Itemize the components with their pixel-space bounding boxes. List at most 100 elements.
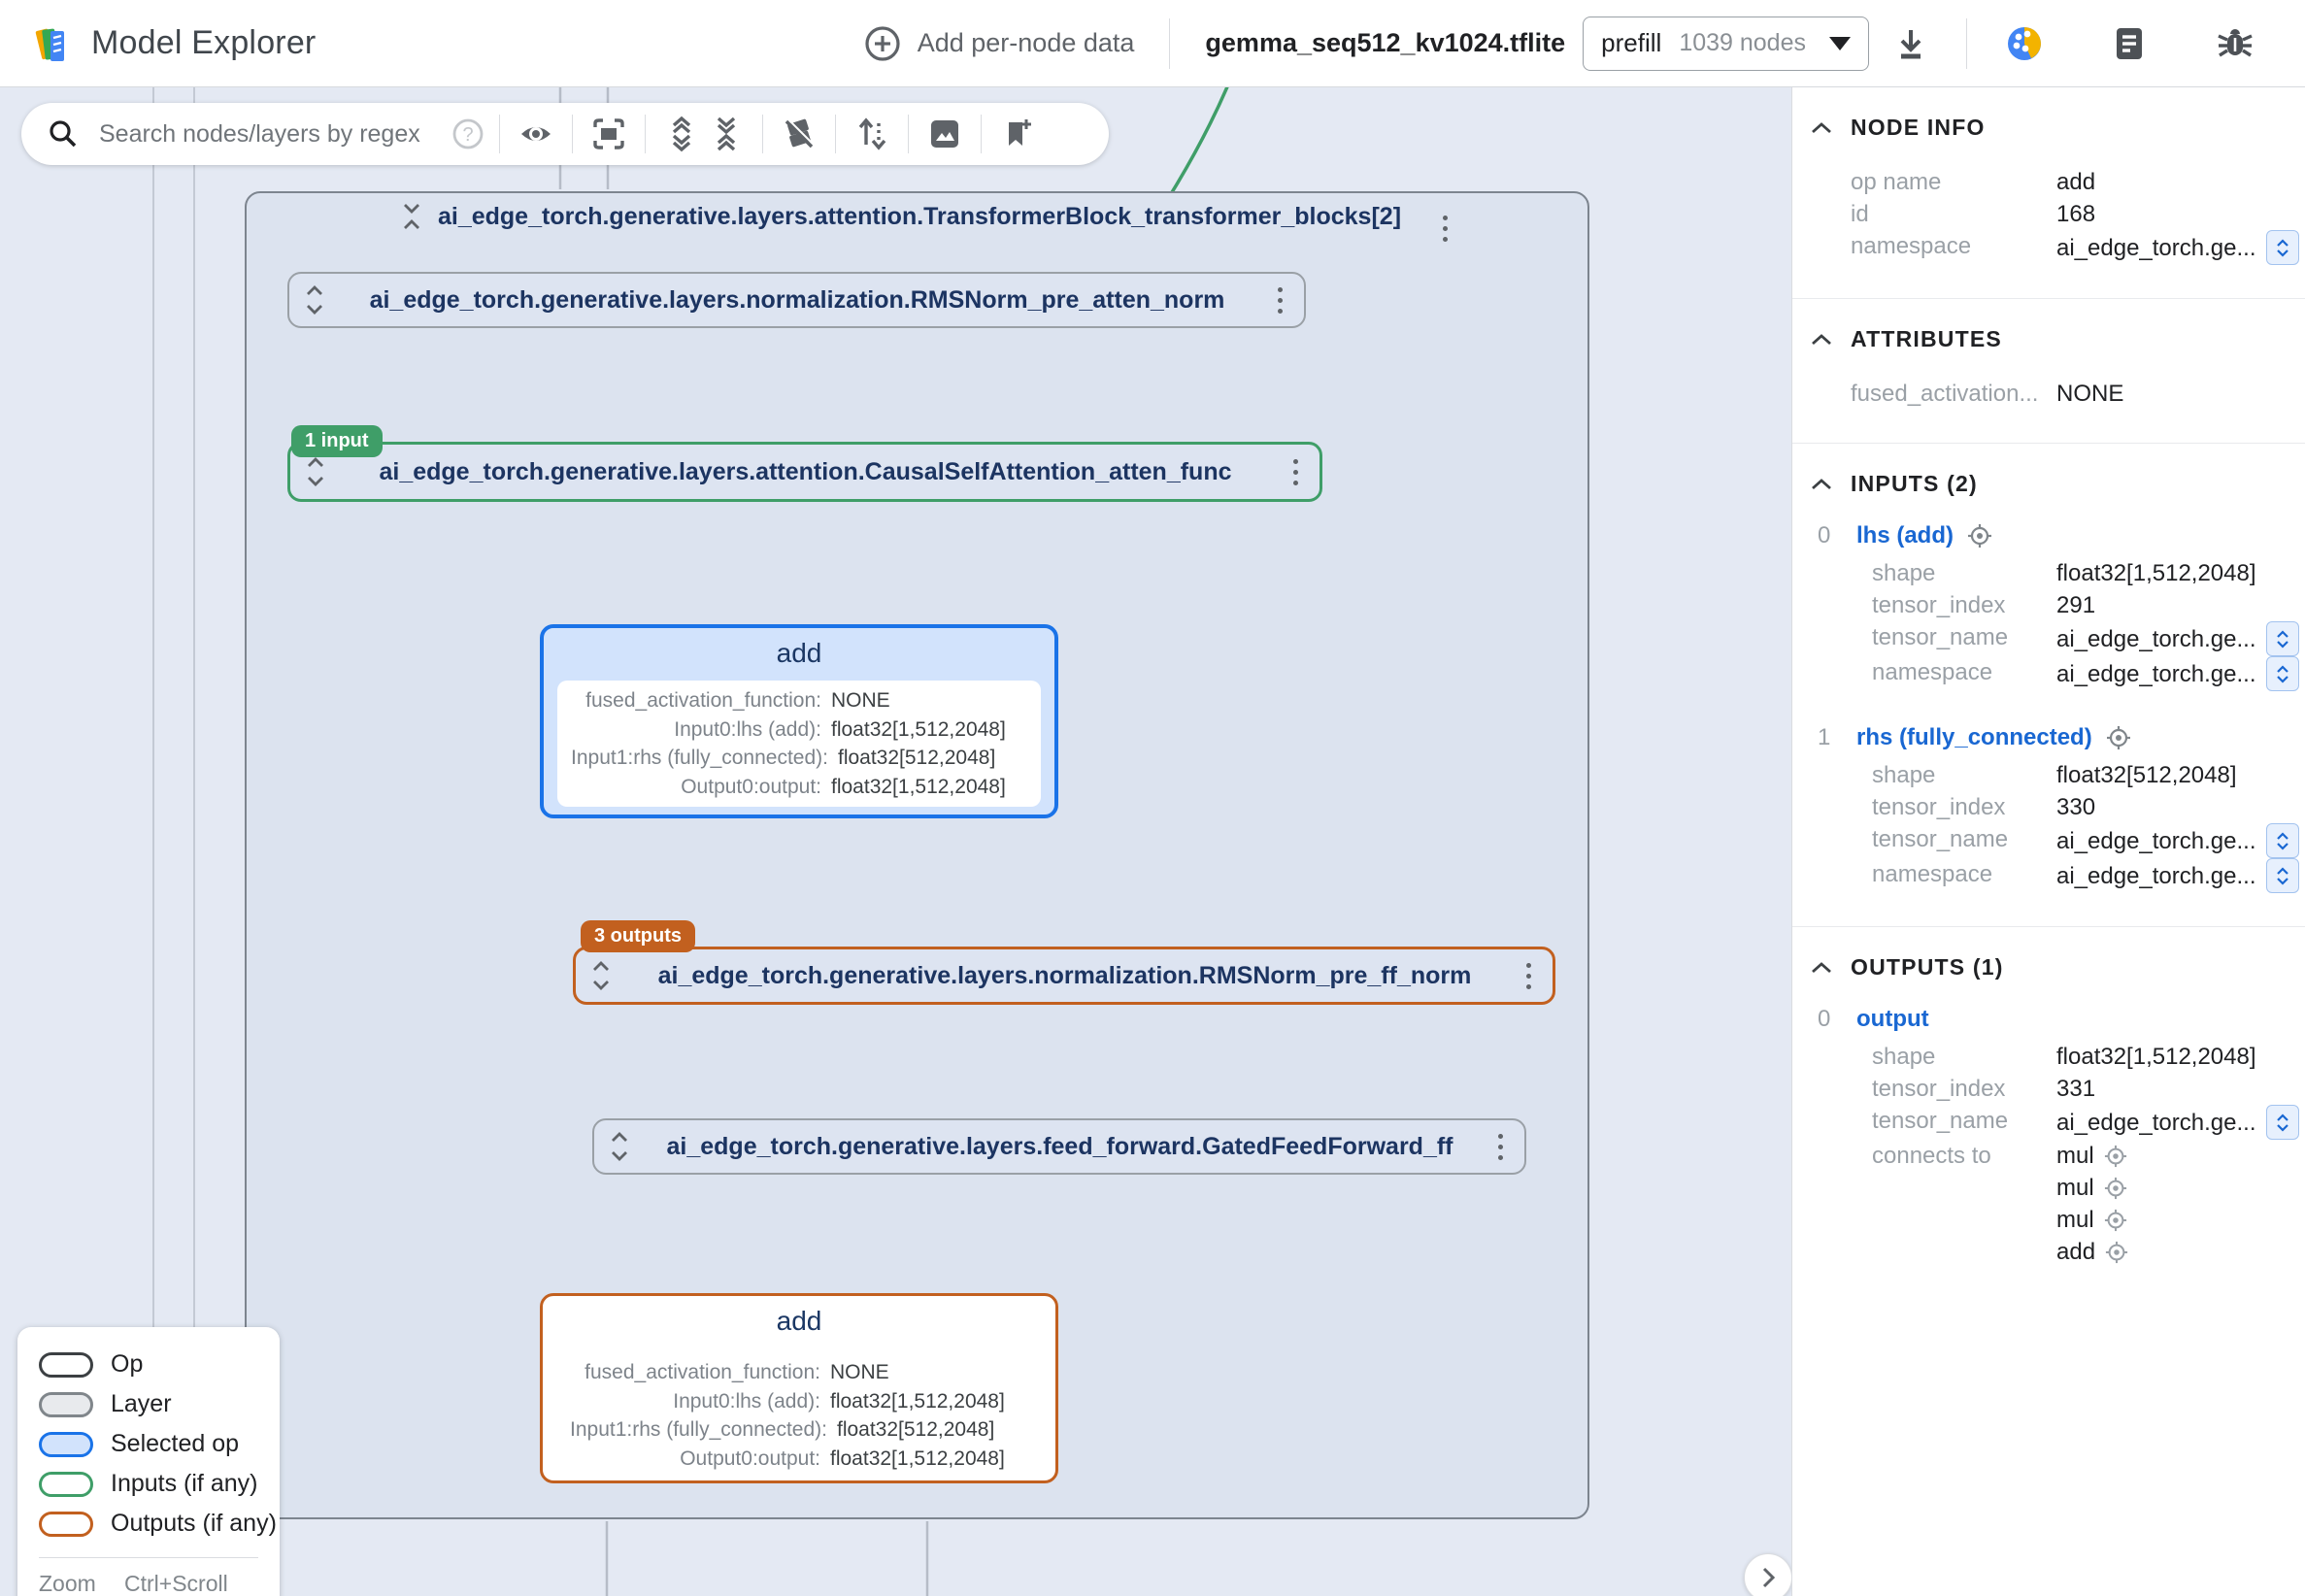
expand-text-button[interactable]	[2266, 656, 2299, 691]
node-menu-button[interactable]	[1490, 1130, 1511, 1164]
meta-label: shape	[1872, 557, 2056, 589]
node-menu-button[interactable]	[1286, 455, 1306, 489]
node-title: ai_edge_torch.generative.layers.feed_for…	[629, 1133, 1490, 1161]
info-label: id	[1851, 198, 2056, 230]
meta-label: shape	[1872, 1041, 2056, 1073]
meta-label: tensor_name	[1872, 823, 2056, 855]
document-list-icon	[2109, 23, 2150, 64]
graph-canvas[interactable]: float32[1,512,2048] ?	[0, 87, 1791, 1596]
node-details-panel: NODE INFO op nameadd id168 namespace ai_…	[1791, 87, 2305, 1596]
node-causal-self-attention[interactable]: ai_edge_torch.generative.layers.attentio…	[287, 442, 1322, 502]
vertical-layout-button[interactable]	[850, 112, 894, 156]
op-node-add-selected[interactable]: add fused_activation_function:NONE Input…	[540, 624, 1058, 818]
search-icon	[47, 117, 80, 150]
expand-text-button[interactable]	[2266, 823, 2299, 858]
collapse-all-layers-button[interactable]	[704, 112, 749, 156]
input-item-1: 1 rhs (fully_connected)	[1810, 724, 2286, 751]
section-title: OUTPUTS (1)	[1851, 954, 2004, 981]
layer-title-row: ai_edge_torch.generative.layers.attentio…	[260, 202, 1542, 231]
layer-menu-button[interactable]	[1435, 212, 1455, 246]
section-title: INPUTS (2)	[1851, 471, 1978, 497]
op-attributes-card: fused_activation_function:NONE Input0:lh…	[557, 681, 1041, 807]
top-bar: Model Explorer Add per-node data gemma_s…	[0, 0, 2305, 87]
attr-label: Output0:output:	[570, 1445, 830, 1474]
locate-node-icon[interactable]	[2104, 1209, 2127, 1232]
expand-panel-button[interactable]	[1744, 1553, 1791, 1596]
attributes-header[interactable]: ATTRIBUTES	[1810, 326, 2286, 352]
legend-label: Layer	[111, 1390, 172, 1418]
graph-legend: Op Layer Selected op Inputs (if any) Out…	[17, 1327, 280, 1596]
section-inputs: INPUTS (2) 0 lhs (add) shapefloat32[1,51…	[1792, 444, 2305, 927]
fit-to-screen-button[interactable]	[586, 112, 631, 156]
node-rmsnorm-pre-atten[interactable]: ai_edge_torch.generative.layers.normaliz…	[287, 272, 1306, 328]
bookmark-add-icon	[1000, 116, 1035, 151]
inputs-header[interactable]: INPUTS (2)	[1810, 471, 2286, 497]
connects-to-node: mul	[2056, 1140, 2094, 1172]
toggle-visibility-button[interactable]	[514, 112, 558, 156]
graph-selector-dropdown[interactable]: prefill 1039 nodes	[1583, 17, 1869, 71]
add-per-node-data-button[interactable]: Add per-node data	[863, 24, 1135, 63]
flatten-layers-button[interactable]	[777, 112, 821, 156]
theme-palette-button[interactable]	[2002, 21, 2047, 66]
legend-swatch-outputs	[39, 1512, 93, 1537]
download-button[interactable]	[1890, 23, 1931, 64]
locate-node-icon[interactable]	[2104, 1145, 2127, 1168]
node-info-header[interactable]: NODE INFO	[1810, 115, 2286, 141]
download-icon	[1890, 23, 1931, 64]
expand-text-button[interactable]	[2266, 230, 2299, 265]
chevron-right-icon	[1758, 1565, 1778, 1590]
output-index: 0	[1818, 1006, 1843, 1033]
palette-icon	[2002, 21, 2047, 66]
attr-label: Input1:rhs (fully_connected):	[571, 744, 838, 773]
meta-value: 291	[2056, 589, 2095, 621]
expand-text-button[interactable]	[2266, 1105, 2299, 1140]
attr-value: NONE	[2056, 378, 2123, 410]
input-index: 1	[1818, 724, 1843, 751]
locate-node-icon[interactable]	[2105, 1241, 2128, 1264]
search-help-icon[interactable]: ?	[451, 116, 485, 151]
settings-json-button[interactable]	[2109, 23, 2150, 64]
locate-node-icon[interactable]	[2104, 1177, 2127, 1200]
expand-all-layers-button[interactable]	[659, 112, 704, 156]
meta-value: ai_edge_torch.ge...	[2056, 825, 2256, 857]
collapse-layer-icon[interactable]	[401, 202, 422, 231]
meta-label: tensor_index	[1872, 1073, 2056, 1105]
info-value: add	[2056, 166, 2095, 198]
expand-node-icon[interactable]	[591, 960, 611, 991]
attr-label: Input0:lhs (add):	[570, 1387, 830, 1416]
expand-text-button[interactable]	[2266, 858, 2299, 893]
locate-node-icon[interactable]	[1967, 523, 1992, 549]
op-node-add-bottom[interactable]: add fused_activation_function:NONE Input…	[540, 1293, 1058, 1483]
meta-value: float32[1,512,2048]	[2056, 557, 2256, 589]
flatten-layers-icon	[781, 116, 818, 152]
input-name: rhs (fully_connected)	[1856, 724, 2092, 751]
add-per-node-data-label: Add per-node data	[918, 28, 1135, 58]
attr-value: float32[1,512,2048]	[830, 1387, 1005, 1416]
expand-node-icon[interactable]	[306, 456, 325, 487]
search-input[interactable]	[97, 119, 451, 150]
chevron-up-icon	[1810, 121, 1833, 135]
report-bug-button[interactable]	[2214, 22, 2256, 65]
node-rmsnorm-pre-ff[interactable]: ai_edge_torch.generative.layers.normaliz…	[573, 947, 1555, 1005]
legend-label: Inputs (if any)	[111, 1470, 257, 1498]
expand-node-icon[interactable]	[610, 1131, 629, 1162]
node-menu-button[interactable]	[1270, 283, 1290, 317]
section-attributes: ATTRIBUTES fused_activation...NONE	[1792, 299, 2305, 444]
outputs-header[interactable]: OUTPUTS (1)	[1810, 954, 2286, 981]
node-title: ai_edge_torch.generative.layers.normaliz…	[324, 286, 1270, 315]
meta-value: ai_edge_torch.ge...	[2056, 658, 2256, 690]
bookmark-add-button[interactable]	[995, 112, 1040, 156]
svg-text:?: ?	[462, 124, 473, 146]
expand-text-button[interactable]	[2266, 621, 2299, 656]
node-gated-feed-forward[interactable]: ai_edge_torch.generative.layers.feed_for…	[592, 1118, 1526, 1175]
meta-value: 330	[2056, 791, 2095, 823]
export-image-button[interactable]	[922, 112, 967, 156]
node-menu-button[interactable]	[1519, 959, 1539, 993]
meta-label: namespace	[1872, 858, 2056, 890]
canvas-toolbar: ?	[21, 103, 1109, 165]
meta-label: namespace	[1872, 656, 2056, 688]
info-label: op name	[1851, 166, 2056, 198]
expand-node-icon[interactable]	[305, 284, 324, 316]
locate-node-icon[interactable]	[2106, 725, 2131, 750]
dropdown-caret-icon	[1829, 37, 1851, 50]
